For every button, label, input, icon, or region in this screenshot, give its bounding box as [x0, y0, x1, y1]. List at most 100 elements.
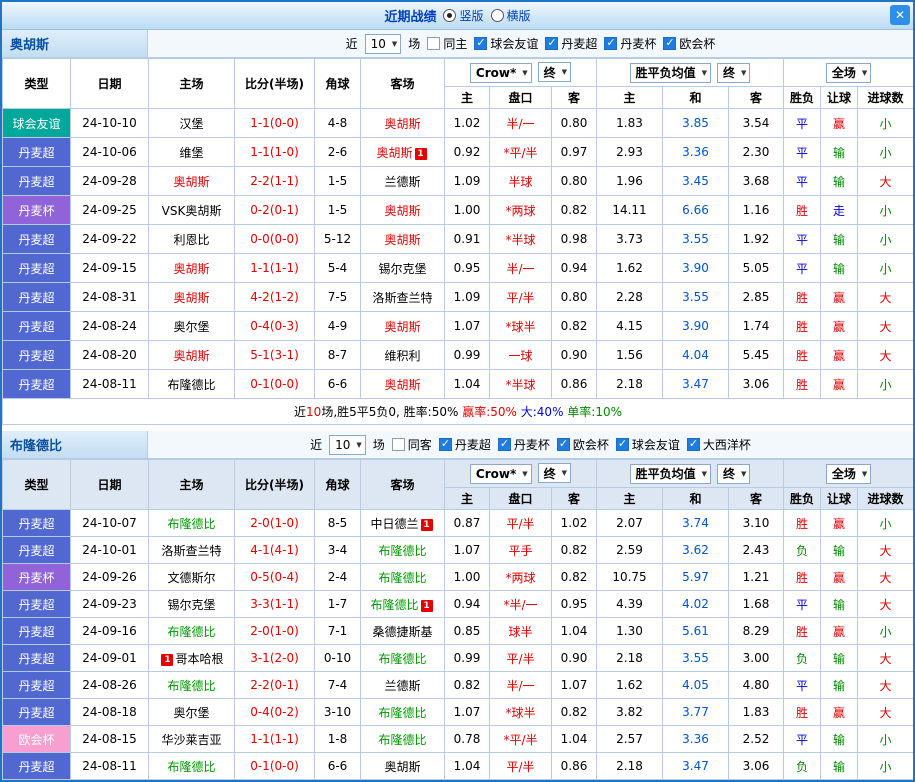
handicap-result-cell: 赢 [820, 698, 859, 726]
layout-horizontal-label: 横版 [506, 9, 531, 23]
date-cell: 24-09-25 [70, 195, 149, 225]
avg-draw-cell: 6.66 [662, 195, 729, 225]
result-cell: 胜 [783, 340, 822, 370]
team-name-cell: 锡尔克堡 [148, 590, 235, 618]
column-header: 日期 [70, 459, 149, 510]
league-type-cell: 丹麦超 [2, 752, 71, 780]
team-name: 奥胡斯 [384, 116, 421, 131]
league-filter-checkbox[interactable] [556, 437, 570, 451]
team-name-cell: 布隆德比 [360, 644, 445, 672]
goals-result-cell: 大 [857, 311, 913, 341]
corner-cell: 5-4 [314, 253, 361, 283]
goals-result-cell: 大 [857, 536, 913, 564]
league-filter-label: 丹麦超 [454, 438, 491, 452]
handicap-result-cell: 赢 [820, 369, 859, 399]
red-card-badge: 1 [161, 653, 174, 666]
avg-draw-cell: 3.74 [662, 509, 729, 537]
corner-cell: 6-6 [314, 752, 361, 780]
scope-select[interactable]: 全场 ▼ [825, 463, 872, 484]
handicap-cell: 平/半 [489, 644, 552, 672]
league-filter-checkbox[interactable] [615, 437, 629, 451]
odds-away-cell: 0.90 [551, 340, 597, 370]
result-cell: 平 [783, 224, 822, 254]
score-cell: 2-2(0-1) [234, 671, 315, 699]
odds-away-cell: 0.82 [551, 698, 597, 726]
league-filter-checkbox[interactable] [391, 438, 405, 451]
avg-draw-cell: 3.36 [662, 137, 729, 167]
close-button[interactable]: ✕ [890, 5, 910, 25]
odds-away-cell: 0.80 [551, 166, 597, 196]
league-filter-checkbox[interactable] [438, 437, 452, 451]
odds-away-cell: 0.97 [551, 137, 597, 167]
avg-metric-select[interactable]: 胜平负均值 ▼ [629, 463, 712, 484]
odds-away-cell: 0.82 [551, 563, 597, 591]
handicap-cell: 半/一 [489, 108, 552, 138]
score-cell: 0-0(0-0) [234, 224, 315, 254]
team-name: 布隆德比 [167, 516, 216, 531]
team-name-cell: 奥胡斯 [360, 108, 445, 138]
corner-cell: 6-6 [314, 369, 361, 399]
avg-home-cell: 3.73 [596, 224, 663, 254]
corner-cell: 3-10 [314, 698, 361, 726]
team-name: VSK奥胡斯 [161, 203, 222, 218]
filter-bar: 近 10 ▼ 场 同客 丹麦超 丹麦杯 欧会杯 球会友谊 大西洋杯 [148, 431, 913, 458]
column-header: 客场 [360, 58, 445, 109]
column-subheader: 客 [727, 86, 785, 109]
avg-final-select-value: 终 [723, 66, 736, 80]
odds-company-select[interactable]: Crow* ▼ [469, 463, 532, 484]
recent-count-select[interactable]: 10 ▼ [329, 434, 366, 455]
league-filter-checkbox[interactable] [663, 36, 677, 50]
handicap-result-cell: 输 [820, 752, 859, 780]
avg-metric-select-value: 胜平负均值 [635, 66, 696, 80]
league-filter-checkbox[interactable] [686, 437, 700, 451]
score-cell: 0-2(0-1) [234, 195, 315, 225]
league-filter-checkbox[interactable] [604, 36, 618, 50]
team-name: 兰德斯 [384, 174, 421, 189]
score-cell: 2-2(1-1) [234, 166, 315, 196]
odds-home-cell: 1.09 [444, 282, 490, 312]
odds-away-cell: 0.90 [551, 644, 597, 672]
odds-away-cell: 0.94 [551, 253, 597, 283]
odds-away-cell: 0.82 [551, 195, 597, 225]
avg-draw-cell: 3.55 [662, 644, 729, 672]
odds-home-cell: 0.94 [444, 590, 490, 618]
scope-select[interactable]: 全场 ▼ [825, 62, 872, 83]
odds-away-cell: 1.02 [551, 509, 597, 537]
column-subheader: 主 [596, 86, 663, 109]
team-name: 奥胡斯 [384, 319, 421, 334]
column-subheader: 盘口 [489, 86, 552, 109]
league-filter-checkbox[interactable] [474, 36, 488, 50]
team-name: 洛斯查兰特 [161, 543, 222, 558]
score-cell: 0-4(0-2) [234, 698, 315, 726]
avg-metric-select[interactable]: 胜平负均值 ▼ [629, 62, 712, 83]
league-filter-checkbox[interactable] [545, 36, 559, 50]
column-subheader: 和 [662, 86, 729, 109]
column-subheader: 主 [596, 487, 663, 510]
avg-away-cell: 1.74 [727, 311, 785, 341]
date-cell: 24-08-15 [70, 725, 149, 753]
avg-final-select[interactable]: 终 ▼ [717, 62, 751, 83]
league-filter-checkbox[interactable] [427, 37, 441, 50]
match-row: 欧会杯 24-08-15 华沙莱吉亚 1-1(1-1) 1-8 布隆德比 0.78 *平/半 1… [2, 725, 913, 753]
column-subheader: 客 [551, 86, 597, 109]
layout-horizontal-option[interactable]: 横版 [490, 7, 531, 24]
avg-draw-cell: 3.47 [662, 369, 729, 399]
league-type-cell: 丹麦超 [2, 224, 71, 254]
avg-final-select[interactable]: 终 ▼ [717, 463, 751, 484]
goals-result-cell: 小 [857, 137, 913, 167]
layout-vertical-option[interactable]: 竖版 [443, 7, 484, 24]
league-filter: 球会友谊 [474, 35, 538, 52]
odds-company-select[interactable]: Crow* ▼ [469, 62, 532, 83]
odds-home-cell: 1.00 [444, 563, 490, 591]
team-name: 中日德兰 [370, 516, 419, 531]
team-name-cell: 布隆德比 [148, 509, 235, 537]
avg-away-cell: 4.80 [727, 671, 785, 699]
recent-count-select[interactable]: 10 ▼ [364, 33, 402, 54]
team-name-cell: 布隆德比 [360, 536, 445, 564]
avg-metric-select-value: 胜平负均值 [635, 467, 696, 481]
odds-final-select[interactable]: 终 ▼ [537, 463, 572, 484]
league-filter-label: 同客 [407, 438, 432, 452]
odds-final-select[interactable]: 终 ▼ [537, 62, 572, 83]
avg-away-cell: 1.83 [727, 698, 785, 726]
league-filter-checkbox[interactable] [497, 437, 511, 451]
